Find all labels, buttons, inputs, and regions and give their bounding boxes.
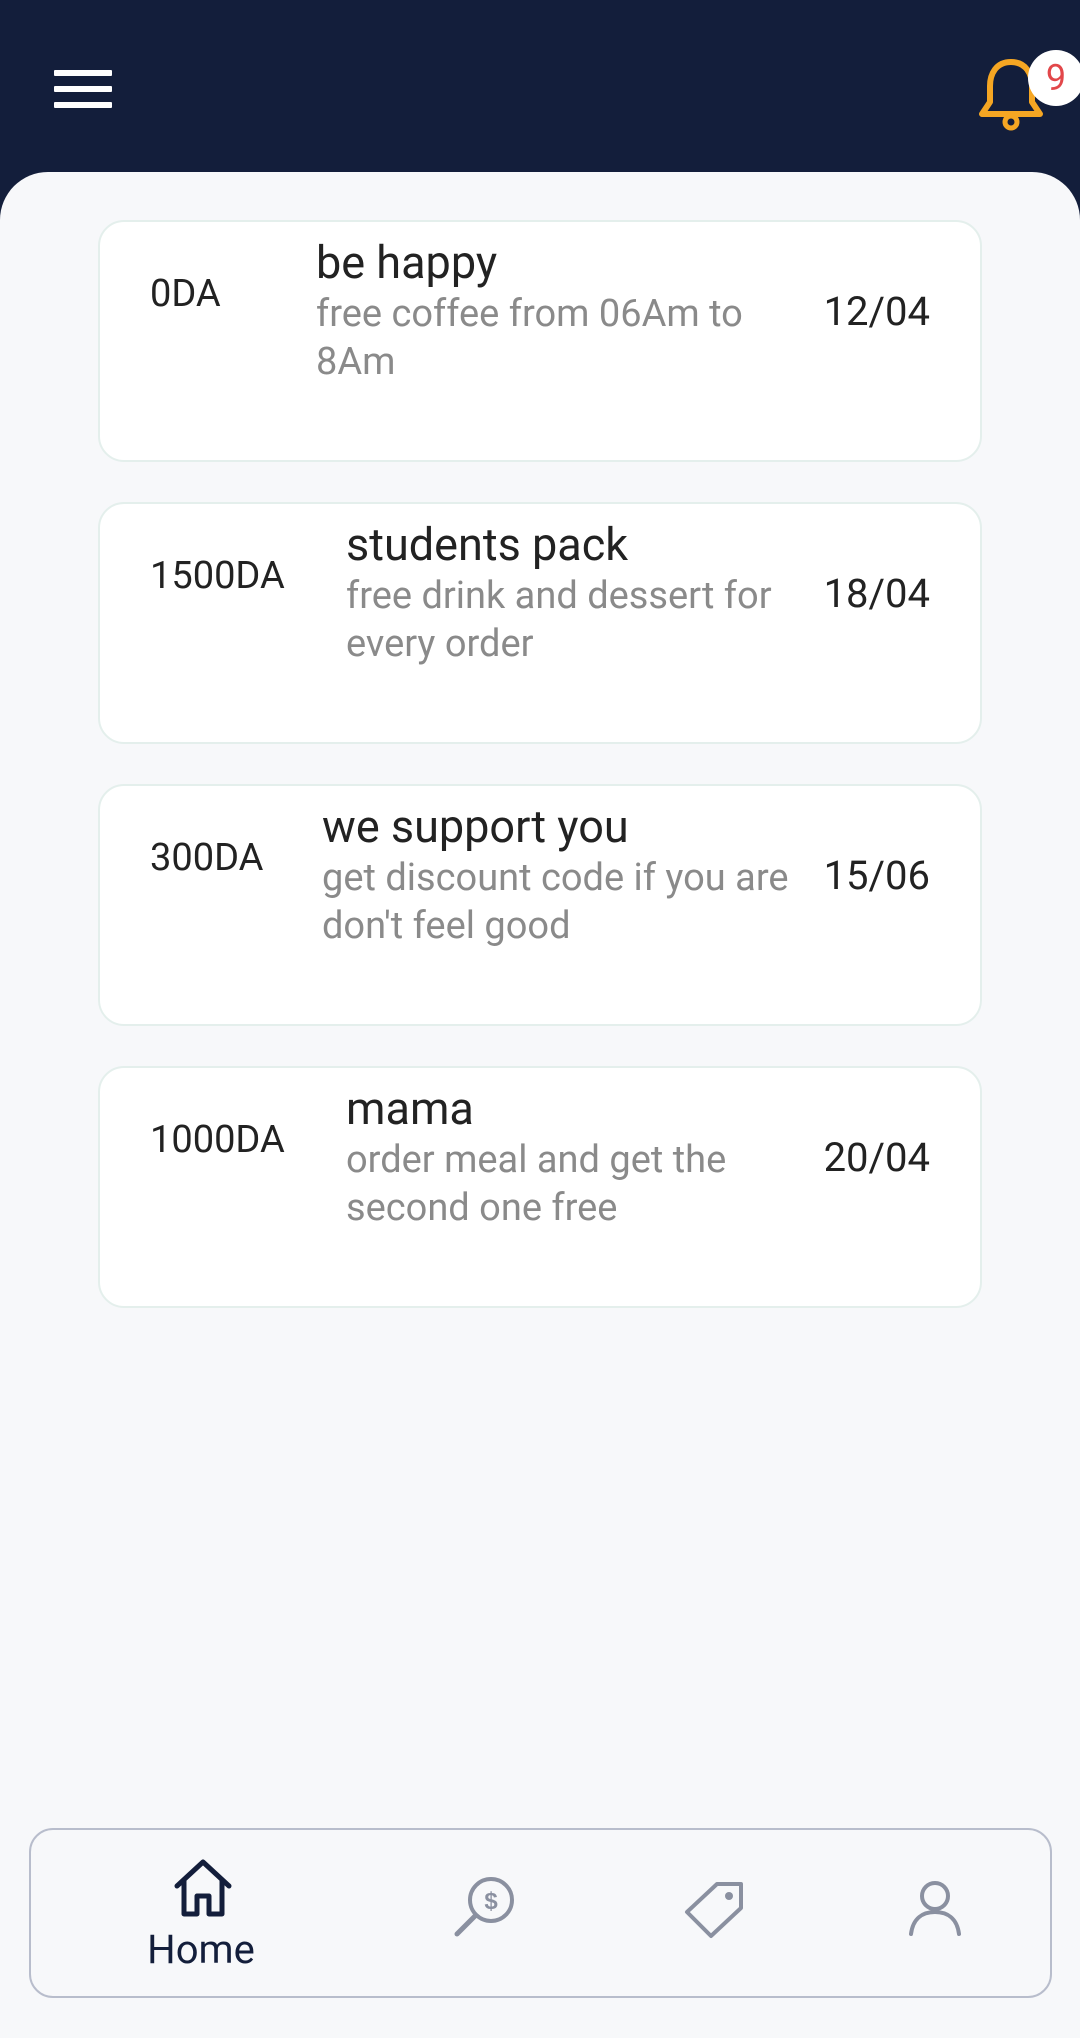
offer-date: 15/06 [823,852,930,899]
search-money-icon: $ [454,1877,514,1937]
offer-price: 1500DA [150,554,285,598]
home-icon [174,1859,232,1917]
menu-button[interactable] [54,68,114,112]
offer-price: 0DA [150,272,221,316]
offer-description: order meal and get the second one free [346,1138,727,1230]
app-header: 9 [0,0,1080,200]
notification-badge: 9 [1028,50,1080,106]
offer-title: students pack [346,518,629,571]
offer-price: 300DA [150,836,264,880]
nav-home[interactable]: Home [111,1830,291,1996]
offer-title: be happy [316,236,498,289]
offer-card[interactable]: 0DA be happy free coffee from 06Am to 8A… [98,220,982,462]
offer-card[interactable]: 300DA we support you get discount code i… [98,784,982,1026]
offer-date: 12/04 [823,288,930,335]
notifications-button[interactable]: 9 [976,50,1080,132]
bottom-navigation: Home $ [29,1828,1052,1998]
menu-bar [54,70,112,76]
offer-date: 20/04 [823,1134,930,1181]
nav-home-label: Home [147,1926,255,1973]
offer-description: free drink and dessert for every order [346,574,772,666]
user-icon [909,1881,961,1936]
offer-card[interactable]: 1500DA students pack free drink and dess… [98,502,982,744]
svg-text:$: $ [484,1888,498,1915]
nav-offers[interactable] [625,1830,805,1996]
menu-bar [54,86,112,92]
nav-search-money[interactable]: $ [397,1830,577,1996]
offer-description: get discount code if you are don't feel … [322,856,789,948]
offer-title: mama [346,1082,474,1135]
offer-description: free coffee from 06Am to 8Am [316,292,743,384]
offer-title: we support you [322,800,629,853]
menu-bar [54,102,112,108]
tag-icon [685,1882,743,1938]
offer-date: 18/04 [823,570,930,617]
offer-price: 1000DA [150,1118,285,1162]
offer-card[interactable]: 1000DA mama order meal and get the secon… [98,1066,982,1308]
nav-profile[interactable] [849,1830,1029,1996]
main-content: 0DA be happy free coffee from 06Am to 8A… [0,172,1080,2038]
